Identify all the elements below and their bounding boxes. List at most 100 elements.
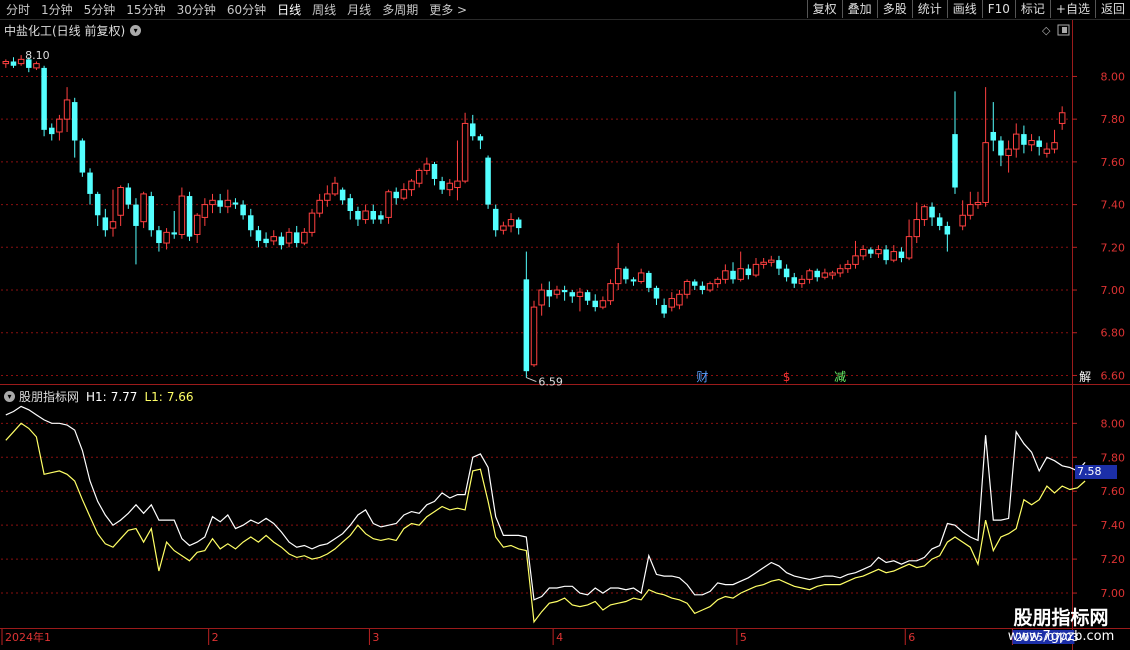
candle-body: [760, 261, 767, 265]
event-marker: 减: [834, 370, 846, 384]
candle-body: [844, 263, 852, 270]
candle-body: [171, 232, 177, 235]
watermark-url: www.7gpzb.com: [1007, 629, 1115, 644]
main-y-tick-label: 7.20: [1101, 241, 1126, 254]
candle-body: [668, 298, 676, 308]
x-tick-label: 3: [372, 631, 379, 644]
candle-body: [982, 142, 989, 203]
candle-body: [48, 127, 55, 135]
indicator-y-tick-label: 7.00: [1101, 587, 1126, 600]
candle-body: [1005, 148, 1012, 156]
candle-body: [193, 214, 201, 235]
candle-body: [500, 225, 507, 231]
candle-body: [745, 268, 752, 276]
candle-body: [990, 131, 997, 141]
candle-body: [646, 272, 652, 288]
candle-body: [998, 140, 1004, 156]
candle-body: [836, 268, 844, 274]
candle-body: [921, 206, 928, 221]
event-marker: $: [783, 370, 791, 384]
candle-body: [1043, 148, 1051, 154]
low-pointer: [526, 377, 537, 383]
indicator-y-tick-label: 7.40: [1101, 519, 1126, 532]
candle-body: [576, 291, 584, 297]
candle-body: [776, 260, 782, 269]
candle-body: [592, 300, 598, 308]
candle-body: [400, 189, 408, 199]
candle-body: [33, 63, 40, 69]
candle-body: [17, 58, 25, 65]
candle-body: [614, 268, 622, 285]
indicator-y-tick-label: 7.80: [1101, 451, 1126, 464]
candle-body: [859, 248, 867, 257]
x-tick-label: 2024年1: [5, 630, 51, 644]
h1-label: H1:: [86, 389, 107, 404]
candle-body: [2, 60, 10, 65]
candle-body: [148, 196, 155, 231]
candle-body: [569, 292, 576, 297]
candle-body: [217, 200, 223, 207]
candle-body: [814, 270, 820, 278]
candle-body: [201, 204, 209, 218]
candle-body: [936, 217, 943, 226]
candle-body: [538, 289, 545, 306]
l1-label: L1:: [144, 389, 163, 404]
candle-body: [783, 268, 790, 278]
candle-body: [768, 259, 775, 263]
candle-body: [470, 123, 476, 137]
current-value-tag: 7.58: [1075, 465, 1117, 479]
candle-body: [163, 231, 170, 244]
x-tick-label: 5: [740, 631, 747, 644]
candle-body: [378, 215, 384, 220]
candle-body: [967, 204, 974, 216]
candle-body: [898, 251, 905, 258]
x-tick-label: 6: [908, 631, 915, 644]
main-y-tick-label: 7.80: [1101, 113, 1126, 126]
candle-body: [385, 191, 392, 218]
candle-body: [699, 285, 706, 291]
candle-body: [331, 182, 339, 195]
candle-body: [661, 304, 667, 314]
candle-body: [347, 198, 354, 211]
candle-body: [691, 281, 698, 286]
chevron-down-icon[interactable]: ▾: [130, 25, 142, 36]
event-marker: 财: [696, 370, 708, 384]
candle-body: [561, 290, 568, 293]
stock-title: 中盐化工(日线 前复权): [4, 24, 126, 38]
candle-body: [240, 204, 246, 216]
candle-body: [492, 208, 499, 231]
chart-canvas: 8.00 7.80 7.60 7.40 7.20 7.00 6.80 6.60 8.00 7.80…: [0, 20, 1130, 650]
candle-body: [87, 172, 93, 194]
candle-body: [706, 283, 714, 291]
x-tick-label: 2: [212, 631, 219, 644]
candle-body: [263, 238, 269, 244]
candle-body: [929, 206, 935, 218]
candle-body: [875, 248, 882, 255]
candle-body: [798, 278, 806, 285]
candle-body: [883, 249, 889, 261]
candle-body: [752, 263, 760, 276]
candle-body: [630, 279, 637, 282]
main-y-tick-label: 6.60: [1101, 369, 1126, 382]
candle-body: [959, 214, 966, 227]
candle-body: [408, 180, 415, 191]
h1-series-line: [5, 405, 1086, 601]
candle-body: [79, 140, 86, 173]
restore-icon-inner: [1062, 27, 1067, 33]
candle-body: [637, 272, 645, 282]
candle-body: [653, 287, 660, 299]
main-y-tick-label: 8.00: [1101, 70, 1126, 83]
candle-body: [806, 270, 813, 280]
candle-body: [140, 193, 147, 223]
candle-body: [546, 290, 553, 297]
candle-body: [56, 118, 63, 133]
candle-body: [178, 195, 186, 235]
candle-body: [186, 196, 193, 237]
candle-body: [623, 268, 629, 280]
candle-body: [232, 202, 239, 205]
candle-body: [737, 268, 744, 280]
candle-body: [1036, 140, 1042, 147]
candle-body: [553, 289, 561, 295]
candle-body: [293, 232, 300, 244]
chevron-down-icon[interactable]: ▾: [4, 391, 15, 402]
